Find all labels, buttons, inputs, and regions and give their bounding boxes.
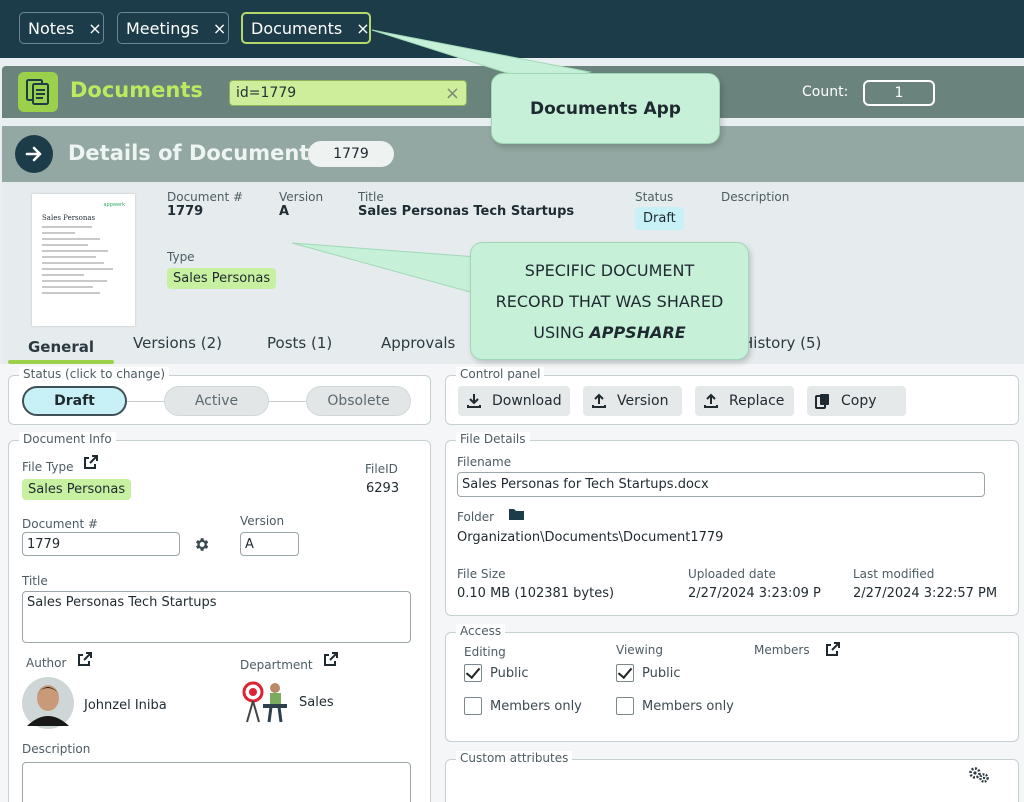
callout-using: USING: [533, 322, 585, 342]
documents-app-callout: Documents App: [491, 73, 720, 144]
shared-record-callout: SPECIFIC DOCUMENT RECORD THAT WAS SHARED…: [470, 242, 749, 360]
callout-appshare: APPSHARE: [589, 322, 686, 342]
callout-line-1: SPECIFIC DOCUMENT: [524, 260, 695, 280]
callout-line-2: RECORD THAT WAS SHARED: [495, 291, 724, 311]
callout-line-3: USING APPSHARE: [533, 317, 685, 348]
